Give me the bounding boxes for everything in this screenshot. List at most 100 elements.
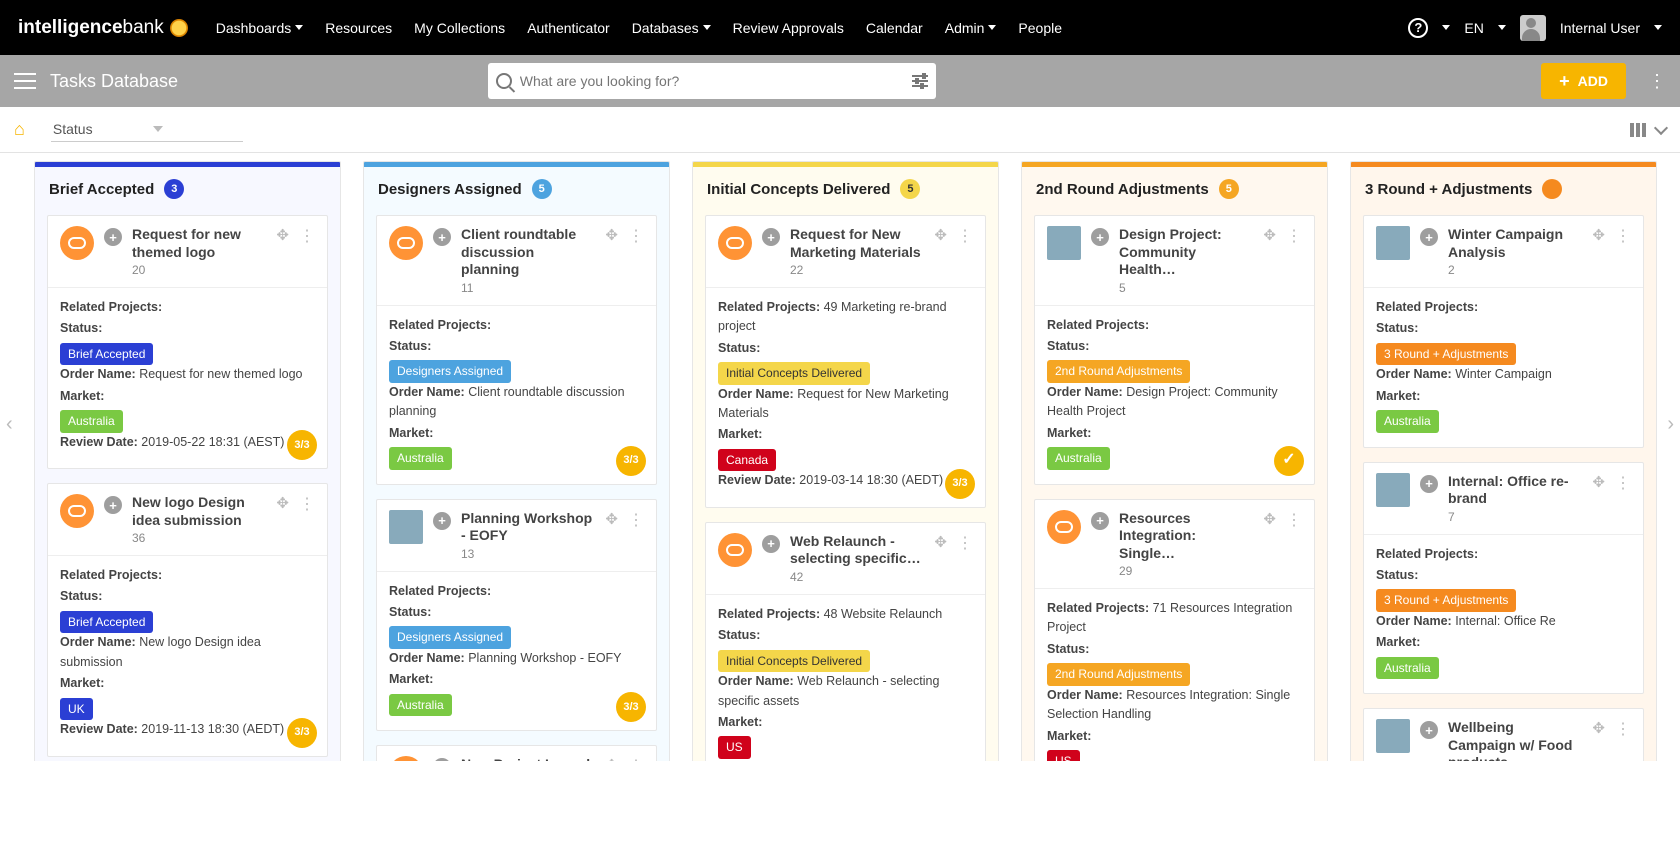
nav-link[interactable]: Review Approvals: [733, 20, 844, 36]
card-thumbnail: [389, 510, 423, 544]
nav-link[interactable]: Resources: [325, 20, 392, 36]
add-circle-icon[interactable]: +: [433, 758, 451, 761]
task-card[interactable]: + Wellbeing Campaign w/ Food products 8 …: [1363, 708, 1644, 761]
nav-link[interactable]: My Collections: [414, 20, 505, 36]
task-card[interactable]: + Winter Campaign Analysis 2 ✥ ⋮ Related…: [1363, 215, 1644, 448]
more-icon[interactable]: ⋮: [957, 533, 973, 584]
column-view-icon[interactable]: [1630, 123, 1646, 137]
kanban-column: 2nd Round Adjustments 5 + Design Project…: [1021, 161, 1328, 761]
task-card[interactable]: + Planning Workshop - EOFY 13 ✥ ⋮ Relate…: [376, 499, 657, 732]
move-icon[interactable]: ✥: [605, 226, 618, 295]
move-icon[interactable]: ✥: [605, 756, 618, 761]
add-circle-icon[interactable]: +: [1091, 228, 1109, 246]
card-thumbnail: [1047, 510, 1081, 544]
nav-link[interactable]: People: [1018, 20, 1062, 36]
task-card[interactable]: + New Project Launch ✥ ⋮: [376, 745, 657, 761]
status-pill: Designers Assigned: [389, 626, 511, 649]
nav-link[interactable]: Databases: [632, 20, 711, 36]
user-avatar-icon[interactable]: [1520, 15, 1546, 41]
task-card[interactable]: + New logo Design idea submission 36 ✥ ⋮…: [47, 483, 328, 756]
help-icon[interactable]: ?: [1408, 18, 1428, 38]
search-input[interactable]: [512, 73, 912, 89]
brand-logo[interactable]: intelligencebank: [18, 17, 188, 39]
card-id: 7: [1448, 510, 1582, 524]
more-icon[interactable]: ⋮: [1615, 473, 1631, 524]
kanban-board: Brief Accepted 3 + Request for new theme…: [0, 153, 1680, 761]
add-circle-icon[interactable]: +: [1091, 512, 1109, 530]
search-box: [488, 63, 936, 99]
more-icon[interactable]: ⋮: [628, 226, 644, 295]
move-icon[interactable]: ✥: [1263, 226, 1276, 295]
add-circle-icon[interactable]: +: [433, 512, 451, 530]
card-id: 5: [1119, 281, 1253, 295]
more-icon[interactable]: ⋮: [1286, 510, 1302, 579]
move-icon[interactable]: ✥: [276, 226, 289, 277]
card-thumbnail: [389, 756, 423, 761]
more-icon[interactable]: ⋮: [1648, 71, 1666, 92]
card-thumbnail: [1047, 226, 1081, 260]
user-name[interactable]: Internal User: [1560, 20, 1640, 36]
move-icon[interactable]: ✥: [934, 226, 947, 277]
task-card[interactable]: + Request for New Marketing Materials 22…: [705, 215, 986, 508]
more-icon[interactable]: ⋮: [628, 756, 644, 761]
add-circle-icon[interactable]: +: [433, 228, 451, 246]
move-icon[interactable]: ✥: [276, 494, 289, 545]
chevron-down-icon[interactable]: [1442, 25, 1450, 30]
nav-link[interactable]: Calendar: [866, 20, 923, 36]
add-circle-icon[interactable]: +: [1420, 228, 1438, 246]
move-icon[interactable]: ✥: [1592, 226, 1605, 277]
more-icon[interactable]: ⋮: [299, 226, 315, 277]
card-thumbnail: [1376, 226, 1410, 260]
nav-link[interactable]: Admin: [945, 20, 997, 36]
task-card[interactable]: + Internal: Office re-brand 7 ✥ ⋮ Relate…: [1363, 462, 1644, 695]
market-pill: Australia: [60, 410, 123, 433]
chevron-down-icon[interactable]: [1654, 25, 1662, 30]
chevron-down-icon[interactable]: [1654, 120, 1668, 134]
menu-icon[interactable]: [14, 73, 36, 89]
status-pill: 3 Round + Adjustments: [1376, 589, 1516, 612]
task-card[interactable]: + Client roundtable discussion planning …: [376, 215, 657, 485]
chevron-down-icon[interactable]: [1498, 25, 1506, 30]
scroll-left-icon[interactable]: ‹: [6, 413, 13, 436]
card-thumbnail: [60, 226, 94, 260]
nav-link[interactable]: Authenticator: [527, 20, 610, 36]
more-icon[interactable]: ⋮: [1615, 719, 1631, 761]
filter-sliders-icon[interactable]: [912, 75, 928, 87]
card-id: 22: [790, 263, 924, 277]
move-icon[interactable]: ✥: [1592, 473, 1605, 524]
board-wrap: ‹ › Brief Accepted 3 + Request for new t…: [0, 153, 1680, 761]
more-icon[interactable]: ⋮: [1286, 226, 1302, 295]
market-pill: UK: [60, 698, 93, 721]
move-icon[interactable]: ✥: [1263, 510, 1276, 579]
cloud-icon: [68, 237, 86, 249]
more-icon[interactable]: ⋮: [957, 226, 973, 277]
move-icon[interactable]: ✥: [934, 533, 947, 584]
card-thumbnail: [1376, 719, 1410, 753]
more-icon[interactable]: ⋮: [1615, 226, 1631, 277]
more-icon[interactable]: ⋮: [628, 510, 644, 561]
task-card[interactable]: + Web Relaunch - selecting specific… 42 …: [705, 522, 986, 761]
count-badge: 3: [164, 179, 184, 199]
scroll-right-icon[interactable]: ›: [1667, 413, 1674, 436]
task-card[interactable]: + Request for new themed logo 20 ✥ ⋮ Rel…: [47, 215, 328, 469]
add-circle-icon[interactable]: +: [1420, 721, 1438, 739]
add-circle-icon[interactable]: +: [1420, 475, 1438, 493]
task-card[interactable]: + Resources Integration: Single… 29 ✥ ⋮ …: [1034, 499, 1315, 761]
task-card[interactable]: + Design Project: Community Health… 5 ✥ …: [1034, 215, 1315, 485]
add-circle-icon[interactable]: +: [104, 496, 122, 514]
more-icon[interactable]: ⋮: [299, 494, 315, 545]
add-circle-icon[interactable]: +: [762, 535, 780, 553]
card-title: Planning Workshop - EOFY: [461, 510, 595, 545]
column-title: Designers Assigned: [378, 181, 522, 198]
nav-link[interactable]: Dashboards: [216, 20, 304, 36]
chevron-down-icon: [703, 25, 711, 30]
move-icon[interactable]: ✥: [1592, 719, 1605, 761]
add-circle-icon[interactable]: +: [104, 228, 122, 246]
lang-switch[interactable]: EN: [1464, 20, 1483, 36]
add-circle-icon[interactable]: +: [762, 228, 780, 246]
move-icon[interactable]: ✥: [605, 510, 618, 561]
home-icon[interactable]: ⌂: [14, 119, 25, 140]
add-button[interactable]: +ADD: [1541, 63, 1626, 99]
status-select[interactable]: Status: [51, 117, 243, 142]
card-title: Resources Integration: Single…: [1119, 510, 1253, 563]
